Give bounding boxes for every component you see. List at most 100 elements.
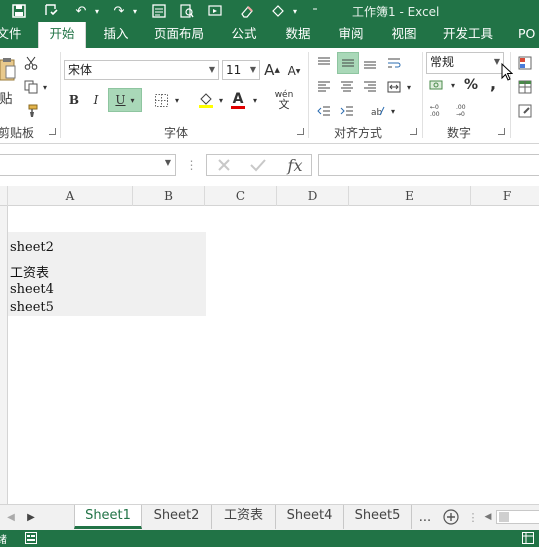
format-as-table-icon[interactable] [516, 78, 534, 96]
form-icon[interactable] [150, 2, 168, 20]
align-bottom-icon[interactable] [360, 54, 380, 72]
paste-icon[interactable] [0, 54, 16, 88]
new-sheet-icon[interactable] [442, 508, 460, 526]
merge-center-icon[interactable] [384, 78, 404, 96]
borders-icon[interactable] [152, 90, 170, 110]
scrollbar-thumb[interactable] [499, 512, 509, 522]
shrink-font-button[interactable]: A ▼ [286, 62, 302, 80]
eraser-icon[interactable] [238, 2, 256, 20]
grow-font-button[interactable]: A ▲ [264, 60, 280, 80]
tab-insert[interactable]: 插入 [96, 22, 136, 48]
enter-icon[interactable] [247, 155, 269, 175]
column-header-a[interactable]: A [8, 186, 133, 206]
fill-dropdown-icon[interactable]: ▾ [286, 2, 304, 20]
conditional-format-icon[interactable] [516, 54, 534, 72]
scroll-tabs-right-icon[interactable]: ▶ [24, 508, 38, 526]
bold-button[interactable]: B [66, 90, 82, 110]
font-launcher-icon[interactable] [297, 128, 304, 135]
percent-button[interactable]: % [462, 76, 480, 94]
tab-split-grip-icon[interactable]: ⋮ [468, 508, 479, 526]
number-launcher-icon[interactable] [498, 128, 505, 135]
horizontal-scrollbar[interactable] [496, 510, 539, 524]
wrap-text-icon[interactable] [384, 54, 404, 72]
alignment-launcher-icon[interactable] [410, 128, 417, 135]
fill-color-dropdown-icon[interactable]: ▾ [216, 90, 226, 110]
fill-icon[interactable] [268, 2, 286, 20]
increase-indent-icon[interactable] [337, 102, 357, 120]
cancel-icon[interactable] [213, 155, 235, 175]
more-sheets-button[interactable]: ... [414, 507, 436, 527]
print-preview-icon[interactable] [178, 2, 196, 20]
decrease-decimal-icon[interactable]: .00 →0 [454, 100, 476, 120]
column-header-e[interactable]: E [349, 186, 471, 206]
name-box[interactable]: ▼ [0, 154, 176, 176]
font-color-dropdown-icon[interactable]: ▾ [250, 90, 260, 110]
tab-page-layout[interactable]: 页面布局 [148, 22, 210, 48]
tab-view[interactable]: 视图 [386, 22, 422, 48]
macro-record-icon[interactable] [24, 531, 38, 545]
clipboard-launcher-icon[interactable] [49, 128, 56, 135]
formula-bar-grip-icon[interactable]: ⋮ [186, 156, 198, 174]
align-center-icon[interactable] [337, 78, 357, 96]
align-middle-icon[interactable] [337, 52, 359, 74]
align-top-icon[interactable] [314, 54, 334, 72]
cell-styles-icon[interactable] [516, 102, 534, 120]
font-size-select[interactable]: 11 ▼ [222, 60, 260, 80]
copy-icon[interactable] [22, 78, 40, 96]
slideshow-icon[interactable] [206, 2, 224, 20]
hscroll-left-icon[interactable]: ◀ [482, 509, 494, 525]
column-header-d[interactable]: D [277, 186, 349, 206]
phonetic-guide-button[interactable]: wén 文 [270, 88, 298, 112]
tab-data[interactable]: 数据 [280, 22, 316, 48]
cell-a2[interactable]: sheet2 [10, 240, 54, 255]
number-format-select[interactable]: 常规 ▼ [426, 52, 504, 74]
formula-input[interactable] [318, 154, 539, 176]
fill-color-icon[interactable] [196, 90, 216, 110]
tab-review[interactable]: 审阅 [333, 22, 369, 48]
cell-a5[interactable]: sheet5 [10, 300, 54, 315]
save-icon[interactable] [10, 2, 28, 20]
tab-developer[interactable]: 开发工具 [440, 22, 496, 48]
column-header-b[interactable]: B [133, 186, 205, 206]
tab-power[interactable]: PO [518, 22, 539, 48]
cut-icon[interactable] [22, 54, 40, 72]
sheet-tab-sheet5[interactable]: Sheet5 [344, 505, 412, 529]
borders-dropdown-icon[interactable]: ▾ [172, 90, 182, 110]
accounting-format-icon[interactable] [426, 76, 448, 94]
customize-qat-icon[interactable]: ⁼ [306, 2, 324, 20]
tab-file[interactable]: 文件 [0, 22, 24, 48]
scroll-tabs-left-icon[interactable]: ◀ [4, 508, 18, 526]
undo-dropdown-icon[interactable]: ▾ [88, 2, 106, 20]
chevron-down-icon[interactable]: ▼ [165, 158, 171, 167]
cell-a3[interactable]: 工资表 [10, 262, 49, 281]
column-header-f[interactable]: F [471, 186, 539, 206]
sheet-tab-sheet4[interactable]: Sheet4 [276, 505, 344, 529]
merge-dropdown-icon[interactable]: ▾ [404, 78, 414, 96]
cell-a4[interactable]: sheet4 [10, 282, 54, 297]
align-right-icon[interactable] [360, 78, 380, 96]
comma-button[interactable]: , [486, 74, 500, 93]
redo-dropdown-icon[interactable]: ▾ [126, 2, 144, 20]
row-headers[interactable] [0, 206, 8, 504]
orientation-icon[interactable]: ab [368, 102, 388, 120]
copy-dropdown-icon[interactable]: ▾ [40, 78, 50, 96]
normal-view-icon[interactable] [520, 531, 536, 545]
cell-grid[interactable]: sheet2 工资表 sheet4 sheet5 [8, 206, 539, 504]
orientation-dropdown-icon[interactable]: ▾ [388, 102, 398, 120]
sheet-tab-sheet1[interactable]: Sheet1 [74, 505, 142, 529]
touch-mode-icon[interactable] [42, 2, 60, 20]
sheet-tab-salary[interactable]: 工资表 [212, 505, 276, 529]
italic-button[interactable]: I [88, 90, 104, 110]
font-color-button[interactable]: A [230, 88, 246, 112]
tab-formulas[interactable]: 公式 [226, 22, 262, 48]
format-painter-icon[interactable] [22, 102, 40, 120]
insert-function-button[interactable]: fx [281, 155, 309, 175]
select-all-corner[interactable] [0, 186, 8, 206]
sheet-tab-sheet2[interactable]: Sheet2 [142, 505, 212, 529]
tab-home[interactable]: 开始 [38, 22, 86, 48]
paste-label[interactable]: 贴 [0, 88, 14, 107]
column-header-c[interactable]: C [205, 186, 277, 206]
font-name-select[interactable]: 宋体 ▼ [64, 60, 219, 80]
accounting-dropdown-icon[interactable]: ▾ [448, 76, 458, 94]
increase-decimal-icon[interactable]: ←0.00 [428, 100, 450, 120]
